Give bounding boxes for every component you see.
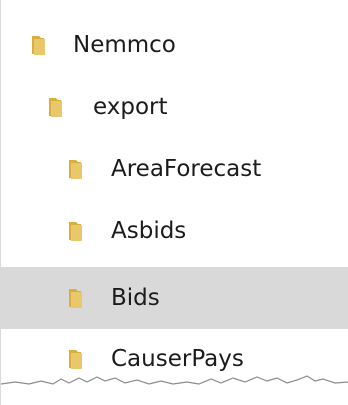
folder-icon xyxy=(47,95,71,119)
tree-item-bids[interactable]: Bids xyxy=(1,267,348,329)
folder-icon xyxy=(30,33,54,57)
torn-edge-divider xyxy=(1,375,348,405)
tree-item-nemmco[interactable]: Nemmco xyxy=(1,14,348,76)
tree-item-label: Asbids xyxy=(111,218,187,244)
tree-item-label: Nemmco xyxy=(73,32,176,58)
tree-item-label: AreaForecast xyxy=(111,156,262,182)
folder-icon xyxy=(67,347,91,371)
folder-icon xyxy=(67,157,91,181)
tree-item-areaforecast[interactable]: AreaForecast xyxy=(1,138,348,200)
tree-item-label: CauserPays xyxy=(111,346,244,372)
folder-icon xyxy=(67,286,91,310)
folder-icon xyxy=(67,219,91,243)
folder-tree: Nemmco export AreaForecast Asbids Bids C… xyxy=(0,0,348,405)
tree-item-label: Bids xyxy=(111,285,160,311)
tree-item-export[interactable]: export xyxy=(1,76,348,138)
tree-item-label: export xyxy=(93,94,168,120)
tree-item-asbids[interactable]: Asbids xyxy=(1,200,348,262)
